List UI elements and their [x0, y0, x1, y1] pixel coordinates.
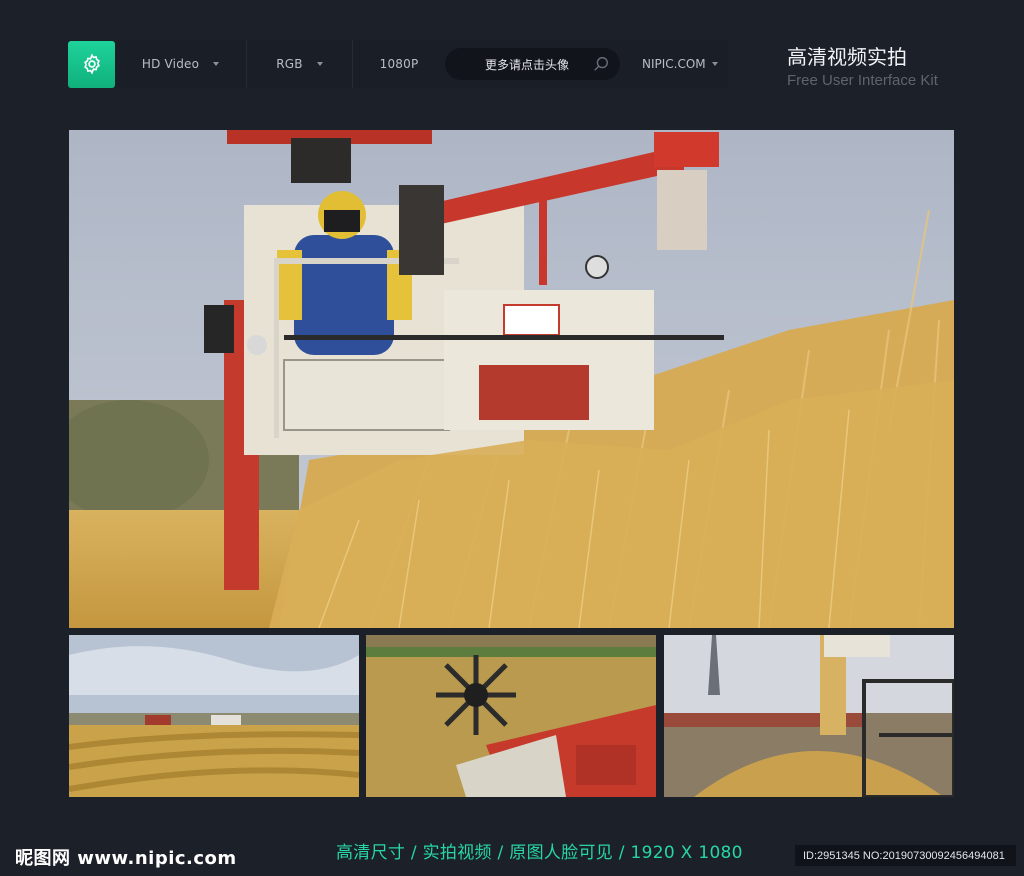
main-photo[interactable]	[69, 130, 954, 628]
search-text: 更多请点击头像	[485, 57, 570, 72]
reel-image	[366, 635, 656, 797]
spec-line: 高清尺寸 / 实拍视频 / 原图人脸可见 / 1920 X 1080	[336, 843, 743, 863]
chevron-down-icon	[711, 62, 718, 66]
search-icon[interactable]	[592, 55, 610, 73]
page-subtitle: Free User Interface Kit	[787, 72, 938, 89]
gear-icon	[83, 53, 100, 75]
toolbar: HD Video RGB 1080P 更多请点击头像 NIPIC.COM	[68, 40, 728, 88]
format-dropdown[interactable]: HD Video	[115, 40, 247, 88]
page-title: 高清视频实拍	[787, 45, 907, 69]
color-mode-dropdown[interactable]: RGB	[247, 40, 353, 88]
site-label: NIPIC.COM	[642, 57, 706, 71]
grain-image	[664, 635, 954, 797]
heading: 高清视频实拍 Free User Interface Kit	[787, 44, 938, 91]
site-logo: 昵图网 www.nipic.com	[15, 848, 237, 869]
resolution-button[interactable]: 1080P	[353, 40, 445, 88]
settings-button[interactable]	[68, 40, 115, 88]
thumbnail-grain[interactable]	[664, 635, 954, 797]
site-dropdown[interactable]: NIPIC.COM	[642, 57, 718, 71]
image-id-bar: ID:2951345 NO:20190730092456494081	[795, 845, 1016, 866]
field-image	[69, 635, 359, 797]
thumbnail-reel[interactable]	[366, 635, 656, 797]
color-mode-label: RGB	[276, 57, 303, 71]
harvester-image	[69, 130, 954, 628]
search-input[interactable]: 更多请点击头像	[445, 48, 620, 80]
resolution-label: 1080P	[379, 57, 419, 71]
thumbnail-field[interactable]	[69, 635, 359, 797]
format-label: HD Video	[141, 57, 200, 71]
chevron-down-icon	[316, 62, 323, 66]
chevron-down-icon	[213, 62, 220, 66]
